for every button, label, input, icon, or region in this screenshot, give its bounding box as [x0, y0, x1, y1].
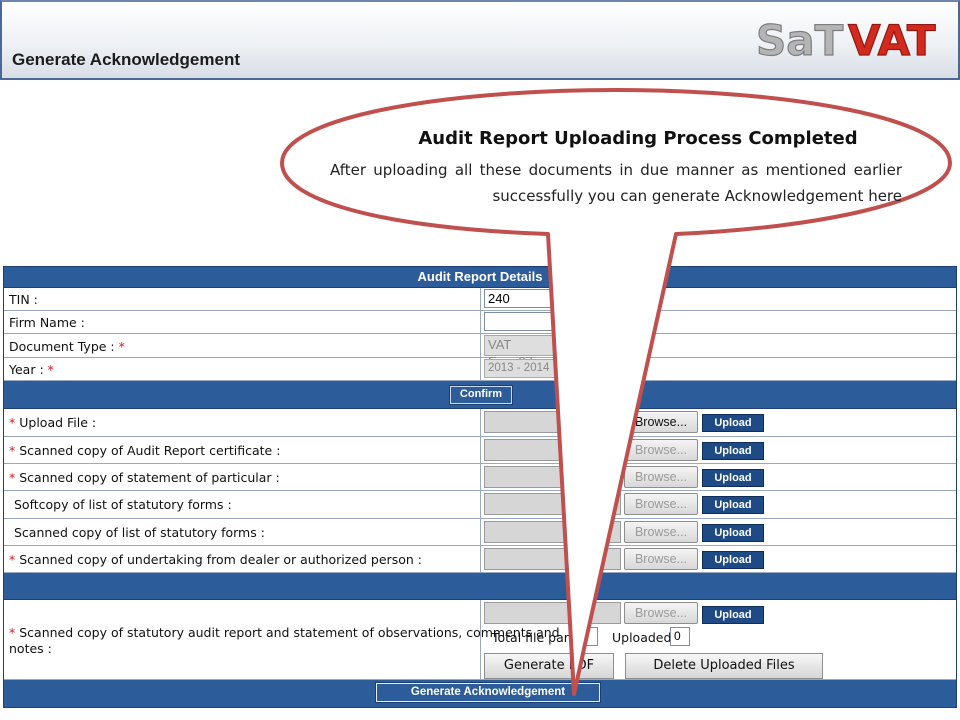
tin-row: TIN : 240 [4, 288, 956, 311]
statutory-report-label: * Scanned copy of statutory audit report … [9, 625, 560, 640]
callout-title: Audit Report Uploading Process Completed [418, 128, 858, 149]
file-path-box[interactable] [484, 548, 621, 570]
upload-label-text: Softcopy of list of statutory forms : [14, 497, 232, 512]
upload-label: Scanned copy of list of statutory forms … [9, 525, 265, 540]
upload-label: * Scanned copy of statement of particular… [9, 470, 280, 485]
browse-button[interactable]: Browse... [624, 602, 698, 624]
uploaded-count-label: Uploaded [612, 630, 672, 645]
total-file-parts-input[interactable] [578, 627, 598, 646]
browse-button[interactable]: Browse... [624, 548, 698, 570]
column-divider [480, 409, 481, 436]
total-file-parts-label: Total file parts [492, 630, 581, 645]
column-divider [480, 491, 481, 518]
statutory-label-line1: Scanned copy of statutory audit report a… [19, 625, 560, 640]
section-title: Audit Report Details [417, 269, 543, 284]
upload-label-text: Scanned copy of list of statutory forms … [14, 525, 265, 540]
upload-label: * Upload File : [9, 415, 96, 430]
upload-label-text: Scanned copy of undertaking from dealer … [19, 552, 422, 567]
required-mark: * [9, 415, 16, 430]
browse-button[interactable]: Browse... [624, 521, 698, 543]
upload-row: * Scanned copy of Audit Report certificat… [4, 437, 956, 464]
upload-button[interactable]: Upload [702, 414, 764, 432]
year-label: Year : * [9, 362, 54, 377]
firm-name-input[interactable] [484, 312, 556, 331]
column-divider [480, 288, 481, 310]
column-divider [480, 546, 481, 572]
year-select[interactable]: 2013 - 2014 [484, 359, 556, 378]
logo-text-left: SaT [756, 16, 844, 65]
upload-button[interactable]: Upload [702, 442, 764, 460]
firm-name-label: Firm Name : [9, 315, 85, 330]
upload-row: * Scanned copy of statement of particular… [4, 464, 956, 491]
browse-button[interactable]: Browse... [624, 411, 698, 433]
document-type-label: Document Type : * [9, 339, 125, 354]
divider-bar [4, 573, 956, 600]
delete-uploaded-files-button[interactable]: Delete Uploaded Files [625, 653, 823, 679]
statutory-label-line2: notes : [9, 641, 52, 656]
callout-text: Audit Report Uploading Process Completed… [330, 128, 902, 209]
upload-button[interactable]: Upload [702, 551, 764, 569]
tin-input[interactable]: 240 [484, 289, 556, 308]
section-header: Audit Report Details [4, 267, 956, 288]
callout-body: After uploading all these documents in d… [330, 161, 902, 205]
upload-button[interactable]: Upload [702, 524, 764, 542]
browse-button[interactable]: Browse... [624, 439, 698, 461]
generate-acknowledgement-button[interactable]: Generate Acknowledgement [375, 682, 601, 703]
column-divider [480, 464, 481, 490]
upload-row: * Scanned copy of undertaking from dealer… [4, 546, 956, 573]
file-path-box[interactable] [484, 439, 621, 461]
confirm-button[interactable]: Confirm [449, 385, 513, 405]
document-type-row: Document Type : * VAT Form27 [4, 334, 956, 369]
column-divider [480, 600, 481, 680]
required-mark: * [9, 443, 16, 458]
audit-report-form: Audit Report Details TIN : 240 Firm Name… [3, 266, 957, 708]
document-type-label-text: Document Type : [9, 339, 115, 354]
required-mark: * [47, 362, 54, 377]
upload-row: * Upload File : Browse... Upload [4, 409, 956, 437]
firm-name-row: Firm Name : [4, 311, 956, 334]
column-divider [480, 334, 481, 357]
upload-label-text: Scanned copy of Audit Report certificate… [19, 443, 281, 458]
header-banner: Generate Acknowledgement SaT VAT [0, 0, 960, 80]
upload-button[interactable]: Upload [702, 606, 764, 624]
required-mark: * [9, 625, 16, 640]
required-mark: * [9, 470, 16, 485]
year-row: Year : * 2013 - 2014 [4, 358, 956, 381]
browse-button[interactable]: Browse... [624, 466, 698, 488]
upload-label-text: Upload File : [19, 415, 97, 430]
browse-button[interactable]: Browse... [624, 493, 698, 515]
page-title: Generate Acknowledgement [12, 50, 240, 69]
logo-text-right: VAT [848, 16, 936, 65]
file-path-box[interactable] [484, 466, 621, 488]
confirm-bar: Confirm [4, 381, 956, 409]
column-divider [480, 311, 481, 333]
upload-row: Scanned copy of list of statutory forms … [4, 519, 956, 546]
column-divider [480, 519, 481, 545]
upload-label-text: Scanned copy of statement of particular … [19, 470, 280, 485]
statutory-report-row: * Scanned copy of statutory audit report … [4, 600, 956, 680]
tin-label: TIN : [9, 292, 38, 307]
column-divider [480, 358, 481, 380]
upload-label: * Scanned copy of Audit Report certificat… [9, 443, 280, 458]
column-divider [480, 437, 481, 463]
file-path-box[interactable] [484, 493, 621, 515]
file-path-box[interactable] [484, 602, 621, 624]
upload-row: Softcopy of list of statutory forms : Bro… [4, 491, 956, 519]
upload-label: * Scanned copy of undertaking from dealer… [9, 552, 422, 567]
sat-vat-logo: SaT VAT [755, 15, 936, 65]
upload-button[interactable]: Upload [702, 469, 764, 487]
file-path-box[interactable] [484, 521, 621, 543]
file-path-box[interactable] [484, 411, 621, 433]
generate-ack-bar: Generate Acknowledgement [4, 680, 956, 707]
document-type-select[interactable]: VAT Form27 [484, 335, 556, 369]
required-mark: * [118, 339, 125, 354]
required-mark: * [9, 552, 16, 567]
upload-button[interactable]: Upload [702, 496, 764, 514]
year-label-text: Year : [9, 362, 44, 377]
uploaded-count-input[interactable]: 0 [670, 627, 690, 646]
upload-label: Softcopy of list of statutory forms : [9, 497, 232, 512]
generate-pdf-button[interactable]: Generate PDF [484, 653, 614, 679]
